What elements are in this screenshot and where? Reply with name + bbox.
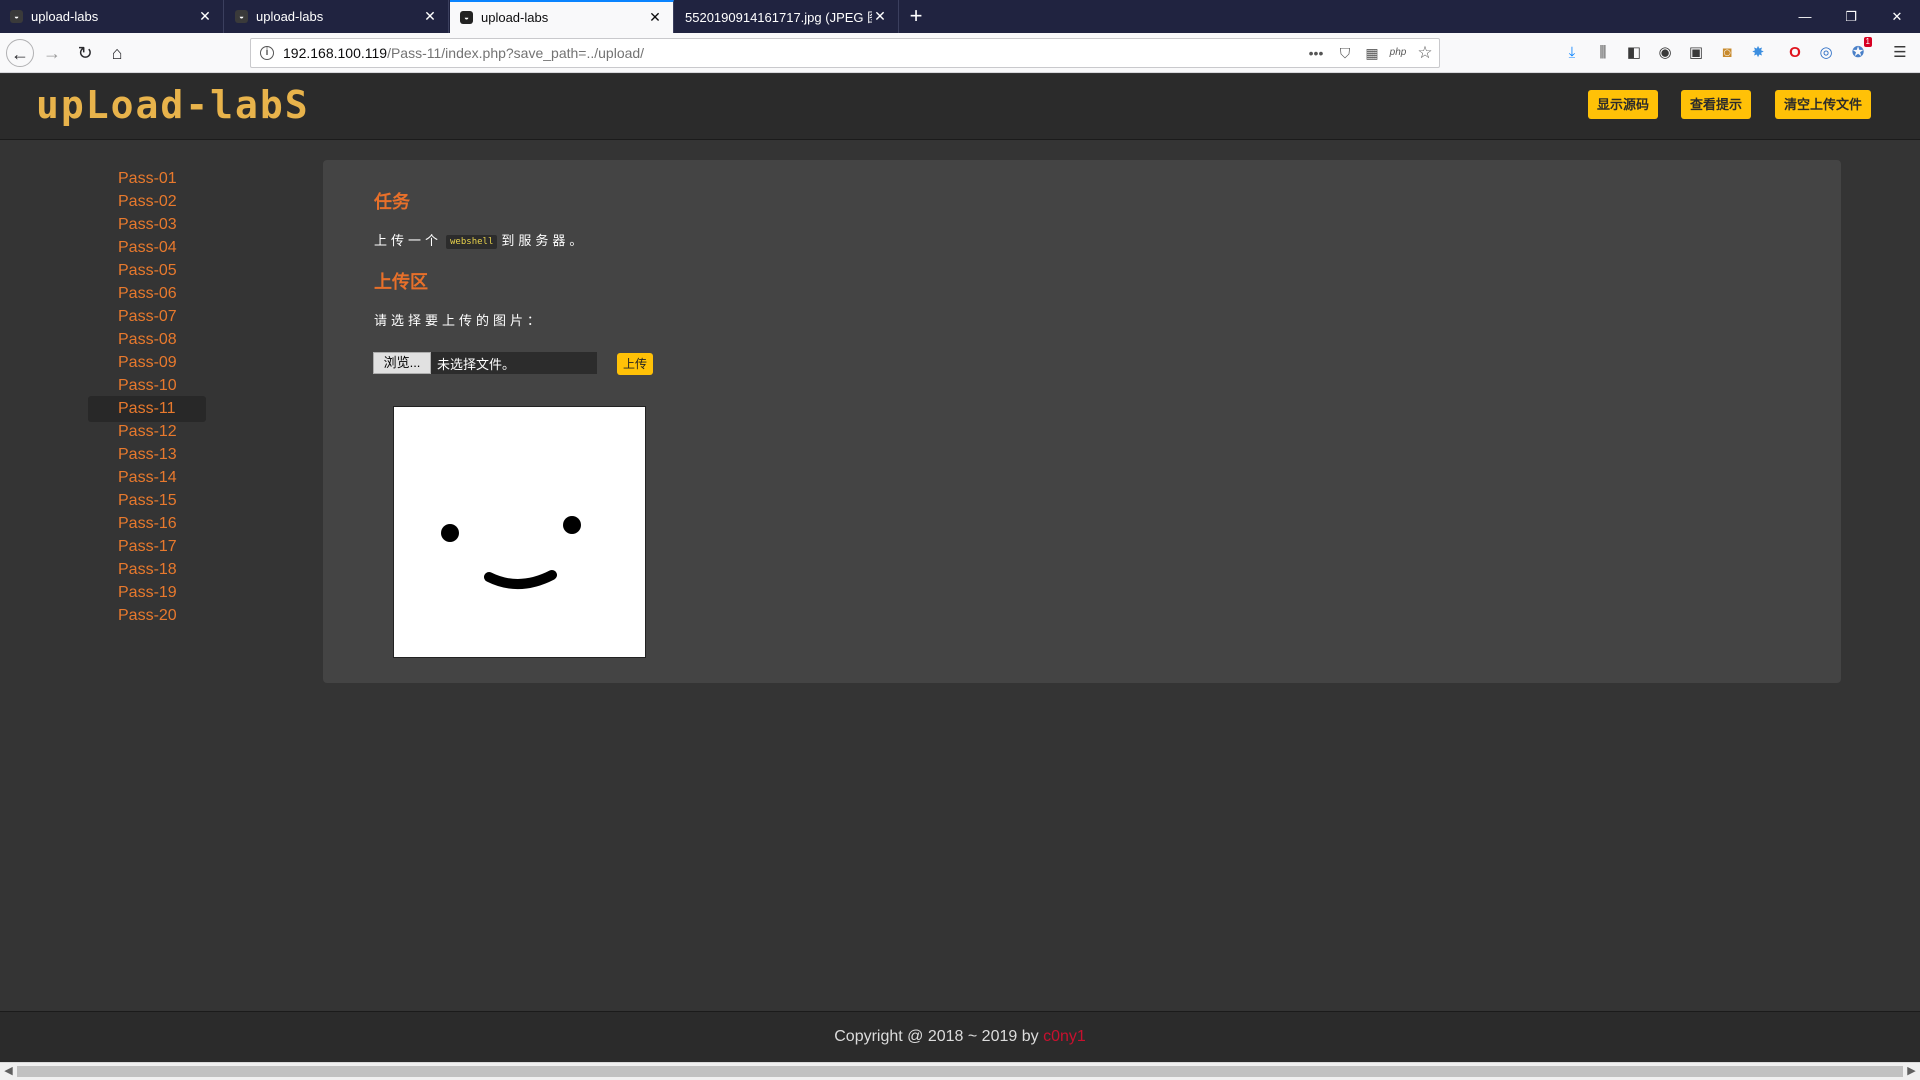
navigation-toolbar: ← → ↻ ⌂ i 192.168.100.119/Pass-11/index.… <box>0 33 1920 73</box>
site-favicon-icon: ◒ <box>10 10 23 23</box>
php-extension-icon[interactable]: php <box>1387 39 1409 67</box>
site-favicon-icon: ◒ <box>460 11 473 24</box>
tab-title: upload-labs <box>481 10 549 25</box>
challenge-panel: 任务 上传一个 webshell 到服务器。 上传区 请选择要上传的图片： 浏览..… <box>323 160 1841 683</box>
task-text-after: 到服务器。 <box>501 233 587 248</box>
close-tab-icon[interactable]: ✕ <box>422 8 438 25</box>
upload-prompt: 请选择要上传的图片： <box>374 313 545 328</box>
scroll-right-icon[interactable]: ▶ <box>1903 1063 1920 1080</box>
reload-button[interactable]: ↻ <box>71 39 99 67</box>
tab-title: upload-labs <box>256 9 324 24</box>
account-icon[interactable]: ◉ <box>1653 41 1677 65</box>
browser-tab[interactable]: ◒ upload-labs ✕ <box>0 0 224 33</box>
file-input[interactable]: 浏览... 未选择文件。 <box>373 352 597 374</box>
site-footer: Copyright @ 2018 ~ 2019 by c0ny1 <box>0 1011 1920 1062</box>
minimize-button[interactable]: — <box>1782 0 1828 33</box>
clear-uploads-button[interactable]: 清空上传文件 <box>1775 90 1871 119</box>
close-tab-icon[interactable]: ✕ <box>872 8 888 25</box>
horizontal-scrollbar[interactable]: ◀ ▶ <box>0 1062 1920 1080</box>
url-path: /Pass-11/index.php?save_path=../upload/ <box>387 45 645 61</box>
task-text-before: 上传一个 <box>374 233 443 248</box>
tab-strip: ◒ upload-labs ✕ ◒ upload-labs ✕ ◒ upload… <box>0 0 1920 33</box>
proxy-extension-icon[interactable]: ✸ <box>1746 41 1770 65</box>
scroll-left-icon[interactable]: ◀ <box>0 1063 17 1080</box>
sidebar-icon[interactable]: ◧ <box>1622 41 1646 65</box>
circle-extension-icon[interactable]: ◎ <box>1814 41 1838 65</box>
upload-submit-button[interactable]: 上传 <box>617 353 653 375</box>
upload-title: 上传区 <box>374 272 428 292</box>
file-status: 未选择文件。 <box>437 356 516 372</box>
menu-icon[interactable]: ☰ <box>1888 41 1912 65</box>
smiley-image <box>441 516 581 590</box>
task-title: 任务 <box>374 192 410 212</box>
url-host: 192.168.100.119 <box>283 45 388 61</box>
back-button[interactable]: ← <box>6 39 34 67</box>
new-tab-button[interactable]: + <box>902 0 930 33</box>
extension-badge: 1 <box>1863 37 1872 47</box>
address-bar[interactable]: i 192.168.100.119/Pass-11/index.php?save… <box>250 38 1440 68</box>
tab-title: upload-labs <box>31 9 99 24</box>
site-favicon-icon: ◒ <box>235 10 248 23</box>
pocket-icon[interactable]: ⛉ <box>1334 39 1356 67</box>
show-hint-button[interactable]: 查看提示 <box>1681 90 1751 119</box>
bookmark-star-icon[interactable]: ☆ <box>1414 39 1436 67</box>
browser-tab[interactable]: ◒ upload-labs ✕ <box>225 0 449 33</box>
page-actions-icon[interactable]: ••• <box>1305 39 1327 67</box>
notification-extension-icon[interactable]: ✪ 1 <box>1846 37 1872 65</box>
show-source-button[interactable]: 显示源码 <box>1588 90 1658 119</box>
pass-sidebar: Pass-01 Pass-02 Pass-03 Pass-04 Pass-05 … <box>0 141 320 1011</box>
site-header: upLoad-labS 显示源码 查看提示 清空上传文件 <box>0 74 1920 140</box>
library-icon[interactable]: ⫼ <box>1591 41 1615 65</box>
browse-button[interactable]: 浏览... <box>373 352 431 374</box>
forward-button[interactable]: → <box>38 39 66 67</box>
browser-tab-active[interactable]: ◒ upload-labs ✕ <box>450 0 674 33</box>
site-info-icon[interactable]: i <box>260 46 274 60</box>
tab-title: 5520190914161717.jpg (JPEG 图像 <box>685 10 872 25</box>
downloads-icon[interactable]: ⤓ <box>1560 41 1584 65</box>
tampermonkey-icon[interactable]: ◙ <box>1715 41 1739 65</box>
scrollbar-thumb[interactable] <box>17 1066 1903 1077</box>
close-tab-icon[interactable]: ✕ <box>197 8 213 25</box>
browser-tab[interactable]: 5520190914161717.jpg (JPEG 图像 ✕ <box>675 0 899 33</box>
opera-icon[interactable]: O <box>1783 41 1807 65</box>
home-button[interactable]: ⌂ <box>103 39 131 67</box>
close-tab-icon[interactable]: ✕ <box>647 9 663 26</box>
url-text: 192.168.100.119/Pass-11/index.php?save_p… <box>283 39 644 67</box>
sidebar-item-pass-20[interactable]: Pass-20 <box>88 603 206 629</box>
author-link[interactable]: c0ny1 <box>1043 1028 1086 1045</box>
task-description: 上传一个 webshell 到服务器。 <box>374 230 586 249</box>
restore-button[interactable]: ❐ <box>1828 0 1874 33</box>
uploaded-image-preview <box>393 406 646 658</box>
copyright-text: Copyright @ 2018 ~ 2019 by <box>834 1028 1044 1045</box>
extension-icon[interactable]: ▣ <box>1684 41 1708 65</box>
site-logo[interactable]: upLoad-labS <box>36 83 310 127</box>
reader-view-icon[interactable]: ▦ <box>1361 39 1383 67</box>
close-window-button[interactable]: ✕ <box>1874 0 1920 33</box>
webshell-code: webshell <box>446 234 498 249</box>
